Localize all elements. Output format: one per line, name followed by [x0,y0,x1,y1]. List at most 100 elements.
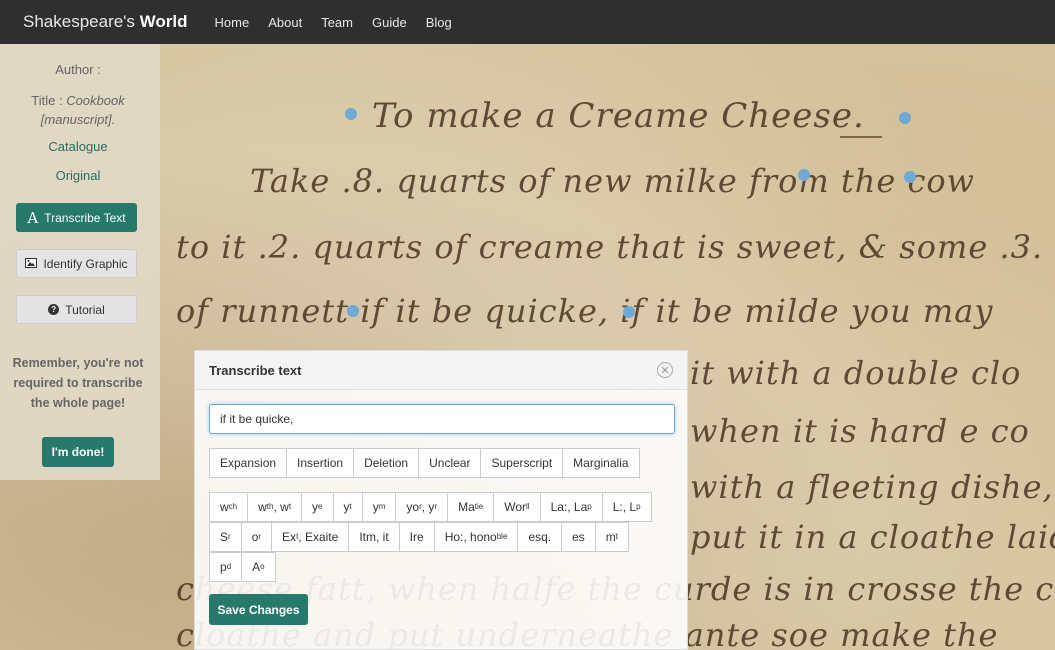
manuscript-line: to it .2. quarts of creame that is sweet… [176,228,1055,266]
title-label: Title : [31,93,63,108]
abbreviation-row: pdAo [209,552,276,582]
abbreviation-button[interactable]: Sr [209,522,242,552]
selection-marker[interactable] [623,306,635,318]
abbreviation-button[interactable]: esq. [517,522,563,552]
abbreviation-text: A [252,560,261,574]
nav-about[interactable]: About [268,15,302,30]
abbreviation-button[interactable]: ye [301,492,334,522]
nav-blog[interactable]: Blog [426,15,452,30]
abbreviation-superscript: o [260,561,265,571]
abbreviation-button[interactable]: es [561,522,596,552]
picture-icon [25,257,38,271]
manuscript-line: of runnett if it be quicke, if it be mil… [176,292,994,330]
brand-prefix: Shakespeare's [23,12,135,31]
abbreviation-superscript: t [296,531,299,541]
unclear-button[interactable]: Unclear [418,448,482,478]
abbreviation-text: Ho:, hono [444,530,497,544]
abbreviation-superscript: p [587,501,592,511]
transcription-input[interactable] [209,404,675,434]
abbreviation-text: m [605,530,616,544]
font-icon: A [27,208,39,227]
manuscript-line: Take .8. quarts of new milke from the co… [250,162,976,200]
selection-marker[interactable] [798,169,810,181]
expansion-button[interactable]: Expansion [209,448,288,478]
abbreviation-superscript: r [258,531,262,541]
dialog-header: Transcribe text ✕ [195,351,687,390]
tutorial-label: Tutorial [65,302,105,317]
abbreviation-superscript: e [318,501,323,511]
abbreviation-button[interactable]: or [240,522,273,552]
brand-logo[interactable]: Shakespeare's World [23,12,188,32]
deletion-button[interactable]: Deletion [353,448,420,478]
abbreviation-button[interactable]: yt [332,492,363,522]
sidebar: Author : Title : Cookbook [manuscript]. … [0,44,160,480]
abbreviation-text: L:, L [612,500,637,514]
question-icon: ? [48,304,60,315]
top-navbar: Shakespeare's World Home About Team Guid… [0,0,1055,44]
abbreviation-button[interactable]: Ire [398,522,435,552]
abbreviation-button[interactable]: Ma tie [447,492,495,522]
abbreviation-superscript: t [615,531,619,541]
abbreviation-button[interactable]: Wor ll [493,492,541,522]
abbreviation-button[interactable]: Itm, it [348,522,400,552]
abbreviation-superscript: ble [496,531,508,541]
abbreviation-button[interactable]: Ex t, Exaite [271,522,350,552]
abbreviation-text: , y [421,500,435,514]
abbreviation-text: yo [406,500,420,514]
catalogue-link[interactable]: Catalogue [0,139,156,154]
save-changes-button[interactable]: Save Changes [209,594,308,625]
abbreviation-button[interactable]: La:, La p [539,492,603,522]
abbreviation-text: , Exaite [298,530,339,544]
selection-marker[interactable] [904,171,916,183]
close-icon[interactable]: ✕ [657,362,673,378]
abbreviation-superscript: r [419,501,422,511]
manuscript-line: when it is hard e co [690,412,1030,450]
abbreviation-superscript: m [378,501,386,511]
transcribe-label: Transcribe Text [44,210,126,225]
abbreviation-superscript: tie [474,501,484,511]
manuscript-line: put it in a cloathe laid [690,518,1055,556]
abbreviation-superscript: r [434,501,438,511]
nav-guide[interactable]: Guide [372,15,407,30]
abbreviation-button[interactable]: ym [361,492,397,522]
original-link[interactable]: Original [0,168,156,183]
manuscript-line: it with a double clo [690,354,1022,392]
title-value: Cookbook [66,93,125,108]
abbreviation-text: Ire [409,530,424,544]
abbreviation-superscript: t [288,501,292,511]
abbreviation-button[interactable]: Ho:, hono ble [433,522,519,552]
abbreviation-row: w ch w th, w t y e y t y m yo r, y r Ma tie Wor ll La:, La… [209,492,652,522]
manuscript-underline [840,136,882,138]
title-value-2: [manuscript]. [40,112,116,127]
insertion-button[interactable]: Insertion [286,448,355,478]
abbreviation-button[interactable]: mt [594,522,630,552]
manuscript-line: To make a Creame Cheese. [372,96,865,136]
selection-marker[interactable] [345,108,357,120]
identify-label: Identify Graphic [43,256,128,271]
abbreviation-button[interactable]: yo r, yr [395,492,449,522]
abbreviation-text: es [572,530,585,544]
identify-graphic-button[interactable]: Identify Graphic [16,249,137,278]
marginalia-button[interactable]: Marginalia [562,448,640,478]
selection-marker[interactable] [347,305,359,317]
abbreviation-button[interactable]: w ch [209,492,249,522]
abbreviation-text: o [251,530,259,544]
abbreviation-superscript: p [636,501,641,511]
abbreviation-button[interactable]: pd [209,552,243,582]
abbreviation-button[interactable]: Ao [241,552,276,582]
nav-team[interactable]: Team [321,15,353,30]
abbreviation-text: Ma [458,500,475,514]
selection-marker[interactable] [899,112,911,124]
abbreviation-superscript: ll [526,501,530,511]
transcribe-text-button[interactable]: A Transcribe Text [16,203,137,232]
abbreviation-text: w [258,500,267,514]
abbreviation-button[interactable]: L:, Lp [601,492,652,522]
abbreviation-button[interactable]: w th, wt [247,492,303,522]
abbreviation-superscript: th [266,501,274,511]
done-button[interactable]: I'm done! [42,437,114,467]
nav-home[interactable]: Home [215,15,250,30]
abbreviation-superscript: t [349,501,352,511]
abbreviation-superscript: d [226,561,232,571]
superscript-button[interactable]: Superscript [480,448,564,478]
tutorial-button[interactable]: ? Tutorial [16,295,137,324]
